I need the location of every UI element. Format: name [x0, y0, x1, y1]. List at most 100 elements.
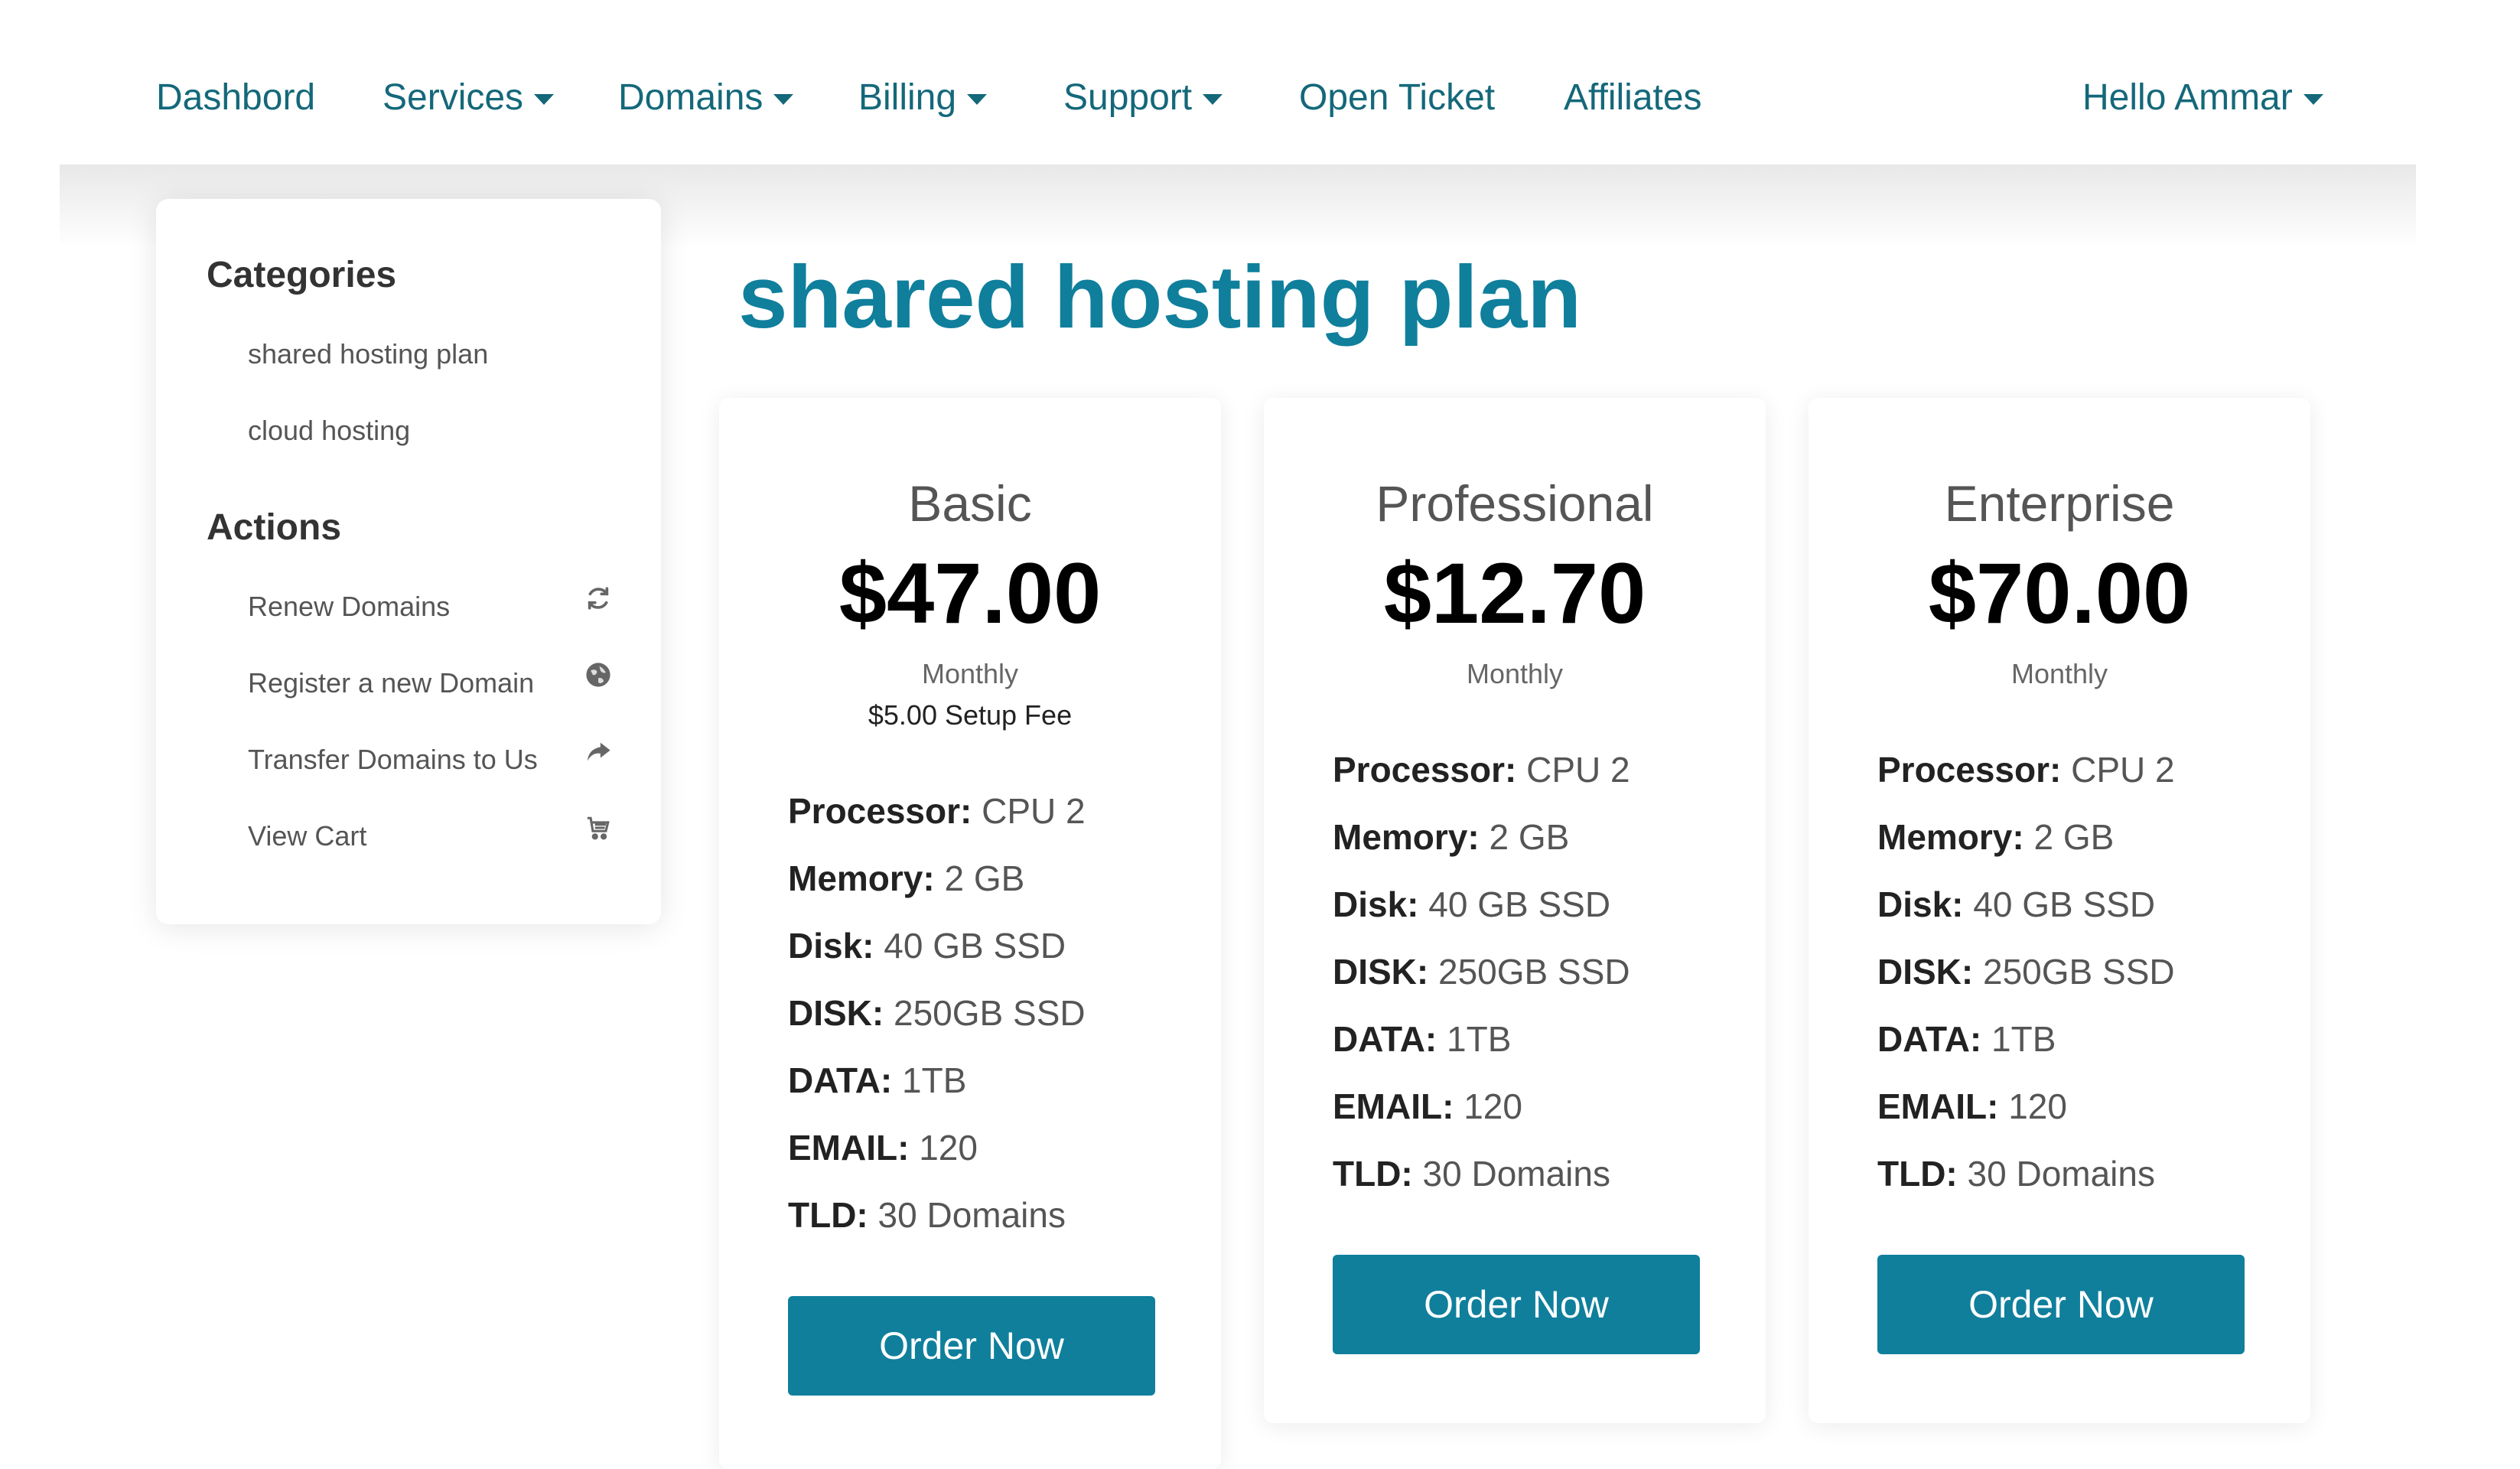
feature-label: DATA:: [788, 1060, 893, 1100]
feature-label: Disk:: [1877, 884, 1964, 924]
nav-services[interactable]: Services: [383, 70, 555, 124]
order-now-button-enterprise[interactable]: Order Now: [1877, 1255, 2245, 1354]
feature-disk: Disk: 40 GB SSD: [1877, 871, 2175, 938]
feature-value: 30 Domains: [1967, 1154, 2155, 1194]
feature-label: TLD:: [1877, 1154, 1958, 1194]
nav-support-label: Support: [1063, 77, 1193, 118]
feature-memory: Memory: 2 GB: [1333, 803, 1630, 871]
feature-label: EMAIL:: [1333, 1086, 1454, 1126]
plan-features: Processor: CPU 2 Memory: 2 GB Disk: 40 G…: [1333, 736, 1630, 1207]
nav-open-ticket-label: Open Ticket: [1299, 77, 1496, 118]
feature-memory: Memory: 2 GB: [788, 845, 1086, 912]
sidebar-item-cloud-hosting[interactable]: cloud hosting: [248, 415, 410, 447]
plan-billing-cycle: Monthly: [2010, 658, 2108, 689]
feature-data: DATA: 1TB: [788, 1047, 1086, 1114]
feature-tld: TLD: 30 Domains: [1333, 1140, 1630, 1207]
nav-affiliates[interactable]: Affiliates: [1564, 70, 1702, 124]
plan-card-professional: Professional $12.70 Monthly Processor: C…: [1264, 398, 1766, 1423]
feature-value: 120: [1463, 1086, 1522, 1126]
feature-value: 30 Domains: [877, 1195, 1066, 1235]
feature-label: DISK:: [1333, 952, 1429, 992]
plan-setup-fee: $5.00 Setup Fee: [868, 699, 1073, 731]
nav-billing[interactable]: Billing: [858, 70, 988, 124]
feature-value: CPU 2: [1526, 750, 1630, 790]
top-navbar: Dashbord Services Domains Billing Suppor…: [0, 0, 2520, 164]
feature-disk: Disk: 40 GB SSD: [788, 912, 1086, 979]
feature-value: 1TB: [902, 1060, 967, 1100]
globe-icon: [584, 661, 612, 689]
feature-label: EMAIL:: [788, 1128, 910, 1168]
feature-value: CPU 2: [982, 791, 1086, 831]
nav-open-ticket[interactable]: Open Ticket: [1299, 70, 1495, 124]
order-now-button-basic[interactable]: Order Now: [788, 1296, 1155, 1396]
feature-memory: Memory: 2 GB: [1877, 803, 2175, 871]
feature-value: 1TB: [1447, 1019, 1512, 1059]
feature-processor: Processor: CPU 2: [1877, 736, 2175, 803]
chevron-down-icon: [1203, 94, 1223, 105]
order-now-button-professional[interactable]: Order Now: [1333, 1255, 1700, 1354]
feature-value: 2 GB: [1489, 817, 1570, 857]
sidebar-item-register-domain[interactable]: Register a new Domain: [248, 667, 534, 699]
feature-label: DATA:: [1333, 1019, 1437, 1059]
plan-billing-cycle: Monthly: [1466, 658, 1564, 689]
sidebar-item-transfer-domains[interactable]: Transfer Domains to Us: [248, 744, 538, 776]
share-icon: [584, 738, 612, 765]
feature-processor: Processor: CPU 2: [788, 777, 1086, 845]
feature-label: Memory:: [1333, 817, 1480, 857]
chevron-down-icon: [967, 94, 988, 105]
feature-label: TLD:: [1333, 1154, 1413, 1194]
sidebar-item-shared-hosting[interactable]: shared hosting plan: [248, 338, 488, 370]
feature-value: 1TB: [1991, 1019, 2056, 1059]
categories-heading: Categories: [207, 255, 397, 295]
sidebar-item-renew-domains[interactable]: Renew Domains: [248, 591, 450, 623]
plan-price: $70.00: [1928, 546, 2191, 641]
feature-label: DATA:: [1877, 1019, 1982, 1059]
plan-features: Processor: CPU 2 Memory: 2 GB Disk: 40 G…: [788, 777, 1086, 1249]
feature-value: 120: [2008, 1086, 2067, 1126]
feature-value: 40 GB SSD: [1428, 884, 1611, 924]
feature-value: 250GB SSD: [894, 993, 1086, 1033]
feature-label: EMAIL:: [1877, 1086, 1999, 1126]
feature-tld: TLD: 30 Domains: [788, 1181, 1086, 1249]
plan-features: Processor: CPU 2 Memory: 2 GB Disk: 40 G…: [1877, 736, 2175, 1207]
feature-label: Processor:: [1333, 750, 1517, 790]
nav-dashboard[interactable]: Dashbord: [156, 70, 315, 124]
feature-label: DISK:: [788, 993, 884, 1033]
feature-label: Disk:: [788, 926, 874, 966]
feature-label: DISK:: [1877, 952, 1974, 992]
feature-value: 250GB SSD: [1438, 952, 1630, 992]
chevron-down-icon: [2303, 94, 2323, 105]
actions-heading: Actions: [207, 507, 342, 548]
feature-value: 2 GB: [944, 858, 1025, 898]
nav-services-label: Services: [383, 77, 524, 118]
plan-price: $12.70: [1383, 546, 1646, 641]
chevron-down-icon: [534, 94, 555, 105]
feature-email: EMAIL: 120: [1877, 1073, 2175, 1140]
feature-data: DATA: 1TB: [1333, 1005, 1630, 1073]
user-menu-label: Hello Ammar: [2082, 77, 2293, 118]
nav-domains-label: Domains: [618, 77, 763, 118]
feature-value: 120: [919, 1128, 978, 1168]
feature-value: 40 GB SSD: [1973, 884, 2156, 924]
feature-value: 40 GB SSD: [884, 926, 1066, 966]
feature-value: CPU 2: [2071, 750, 2175, 790]
plan-name: Enterprise: [1944, 475, 2175, 532]
user-menu[interactable]: Hello Ammar: [2082, 70, 2323, 124]
nav-support[interactable]: Support: [1063, 70, 1223, 124]
feature-label: Disk:: [1333, 884, 1419, 924]
page-title: shared hosting plan: [738, 247, 1582, 347]
plan-name: Basic: [908, 475, 1032, 532]
plan-price: $47.00: [838, 546, 1102, 641]
plan-name: Professional: [1376, 475, 1654, 532]
sidebar-item-view-cart[interactable]: View Cart: [248, 820, 366, 852]
feature-value: 250GB SSD: [1983, 952, 2175, 992]
feature-data: DATA: 1TB: [1877, 1005, 2175, 1073]
nav-affiliates-label: Affiliates: [1564, 77, 1702, 118]
chevron-down-icon: [773, 94, 794, 105]
feature-disk-ssd: DISK: 250GB SSD: [1333, 938, 1630, 1005]
plan-card-basic: Basic $47.00 Monthly $5.00 Setup Fee Pro…: [719, 398, 1221, 1469]
plan-card-enterprise: Enterprise $70.00 Monthly Processor: CPU…: [1809, 398, 2310, 1423]
nav-dashboard-label: Dashbord: [156, 77, 316, 118]
nav-domains[interactable]: Domains: [618, 70, 794, 124]
nav-billing-label: Billing: [858, 77, 957, 118]
